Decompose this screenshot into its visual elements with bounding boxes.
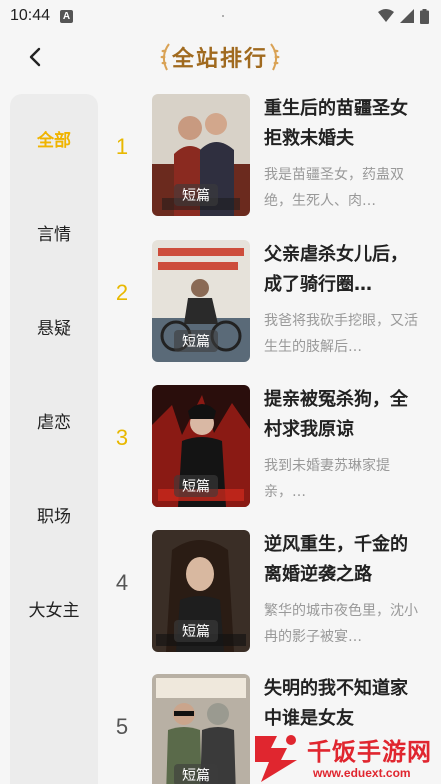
book-cover: 短篇 (152, 385, 250, 507)
signal-icon (400, 9, 414, 23)
sidebar-item-heroine[interactable]: 大女主 (10, 588, 98, 628)
rank-number: 5 (115, 714, 129, 739)
list-item[interactable]: 3 短篇 提亲被冤杀狗，全村求我原谅 我到未婚妻苏琳家提亲，… (104, 383, 441, 509)
list-item[interactable]: 2 短篇 父亲虐杀女儿后，成了骑行圈… 我爸将我砍手挖眼，又活生生的肢解后… (104, 238, 441, 364)
page-title-wrap: 全站排行 (150, 38, 290, 76)
book-title: 父亲虐杀女儿后，成了骑行圈… (264, 244, 408, 295)
short-story-badge: 短篇 (174, 620, 218, 642)
watermark-url: www.eduext.com (313, 766, 411, 780)
book-description: 我到未婚妻苏琳家提亲，… (264, 458, 390, 500)
book-title: 重生后的苗疆圣女拒救未婚夫 (264, 98, 408, 149)
laurel-left-icon (160, 43, 170, 71)
book-cover: 短篇 (152, 240, 250, 362)
laurel-right-icon (270, 43, 280, 71)
book-title: 逆风重生，千金的离婚逆袭之路 (264, 534, 408, 585)
book-cover: 短篇 (152, 94, 250, 216)
page-title: 全站排行 (171, 47, 268, 72)
short-story-badge: 短篇 (174, 475, 218, 497)
site-watermark: 千饭手游网 www.eduext.com (247, 730, 441, 784)
header: 全站排行 (0, 36, 441, 78)
wifi-icon (378, 9, 394, 22)
book-description: 繁华的城市夜色里，沈小冉的影子被宴… (264, 603, 418, 645)
watermark-logo-icon (255, 735, 297, 782)
rank-number: 4 (115, 570, 129, 595)
category-sidebar: 全部 言情 悬疑 虐恋 职场 大女主 (10, 94, 98, 784)
sidebar-item-angst[interactable]: 虐恋 (10, 400, 98, 440)
rank-number: 1 (115, 134, 129, 159)
back-button[interactable] (20, 42, 50, 72)
rank-number: 3 (115, 425, 129, 450)
list-item[interactable]: 4 短篇 逆风重生，千金的离婚逆袭之路 繁华的城市夜色里，沈小冉的影子被宴… (104, 528, 441, 654)
list-item[interactable]: 1 短篇 重生后的苗疆圣女拒救未婚夫 我是苗疆圣女，药蛊双绝，生死人、肉… (104, 92, 441, 218)
sidebar-item-romance[interactable]: 言情 (10, 212, 98, 252)
sidebar-item-suspense[interactable]: 悬疑 (10, 306, 98, 346)
book-title: 提亲被冤杀狗，全村求我原谅 (264, 389, 408, 440)
app-notification-icon: A (60, 9, 74, 23)
sidebar-item-workplace[interactable]: 职场 (10, 494, 98, 534)
chevron-left-icon (29, 47, 41, 67)
battery-icon (420, 8, 429, 24)
short-story-badge: 短篇 (174, 184, 218, 206)
book-description: 我爸将我砍手挖眼，又活生生的肢解后… (264, 313, 418, 355)
book-cover: 短篇 (152, 530, 250, 652)
short-story-badge: 短篇 (174, 330, 218, 352)
short-story-badge: 短篇 (174, 764, 218, 784)
status-bar: 10:44 A (0, 0, 441, 32)
camera-dot (222, 15, 224, 17)
rank-number: 2 (115, 280, 129, 305)
book-title: 失明的我不知道家中谁是女友 (264, 678, 408, 729)
book-cover: 短篇 (152, 674, 250, 784)
watermark-text: 千饭手游网 (307, 738, 432, 766)
status-time: 10:44 (10, 7, 51, 24)
sidebar-item-all[interactable]: 全部 (10, 118, 98, 158)
book-description: 我是苗疆圣女，药蛊双绝，生死人、肉… (264, 167, 404, 209)
